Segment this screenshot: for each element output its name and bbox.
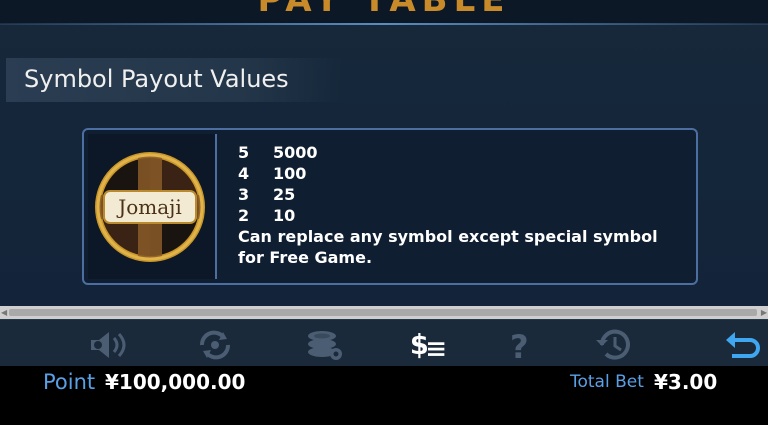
payout-count: 4 — [238, 164, 250, 183]
payout-value: 5000 — [273, 143, 318, 162]
symbol-description: Can replace any symbol except special sy… — [238, 227, 658, 267]
scroll-left-arrow-icon[interactable]: ◀ — [1, 307, 7, 318]
payout-row: 5 5000 — [238, 142, 678, 163]
payout-count: 3 — [238, 185, 250, 204]
page-title: PAY TABLE — [257, 0, 511, 20]
horizontal-scrollbar[interactable]: ◀ ▶ — [0, 306, 768, 319]
payout-count: 2 — [238, 206, 250, 225]
point-value: ¥100,000.00 — [105, 370, 246, 394]
svg-text:$: $ — [410, 330, 429, 361]
section-header: Symbol Payout Values — [6, 58, 342, 102]
payout-value: 25 — [273, 185, 296, 204]
payout-value: 100 — [273, 164, 307, 183]
bet-settings-icon[interactable] — [304, 328, 344, 362]
point-label: Point — [43, 370, 96, 394]
symbol-cell: Jomaji — [88, 134, 217, 279]
payout-row: 3 25 — [238, 184, 678, 205]
section-title: Symbol Payout Values — [24, 65, 289, 93]
total-bet-label: Total Bet — [570, 372, 644, 392]
app: PAY TABLE Symbol Payout Values Jomaji 5 … — [0, 0, 768, 425]
payout-row: 2 10 — [238, 205, 678, 226]
svg-text:Jomaji: Jomaji — [116, 195, 182, 219]
help-icon[interactable]: ? — [502, 328, 542, 362]
back-icon[interactable] — [724, 328, 764, 362]
payout-values: 5 5000 4 100 3 25 2 10 Can replace any symbo… — [238, 142, 678, 268]
status-bar: Point ¥100,000.00 Total Bet ¥3.00 — [0, 366, 768, 425]
sound-settings-icon[interactable] — [89, 328, 129, 362]
scroll-right-arrow-icon[interactable]: ▶ — [761, 307, 767, 318]
title-divider — [0, 23, 768, 25]
jomaji-wild-symbol-icon: Jomaji — [95, 152, 205, 262]
bottom-toolbar: $ ? — [0, 319, 768, 367]
history-icon[interactable] — [594, 328, 634, 362]
payout-value: 10 — [273, 206, 296, 225]
symbol-payout-box: Jomaji 5 5000 4 100 3 25 2 10 Can replace an… — [82, 128, 698, 285]
paytable-content: PAY TABLE Symbol Payout Values Jomaji 5 … — [0, 0, 768, 306]
page-title-strip: PAY TABLE — [0, 0, 768, 24]
scroll-thumb[interactable] — [9, 309, 757, 316]
svg-text:?: ? — [510, 328, 529, 362]
autoplay-settings-icon[interactable] — [196, 328, 236, 362]
payout-count: 5 — [238, 143, 250, 162]
total-bet-value: ¥3.00 — [654, 370, 718, 394]
payout-row: 4 100 — [238, 163, 678, 184]
paytable-icon[interactable]: $ — [408, 328, 448, 362]
